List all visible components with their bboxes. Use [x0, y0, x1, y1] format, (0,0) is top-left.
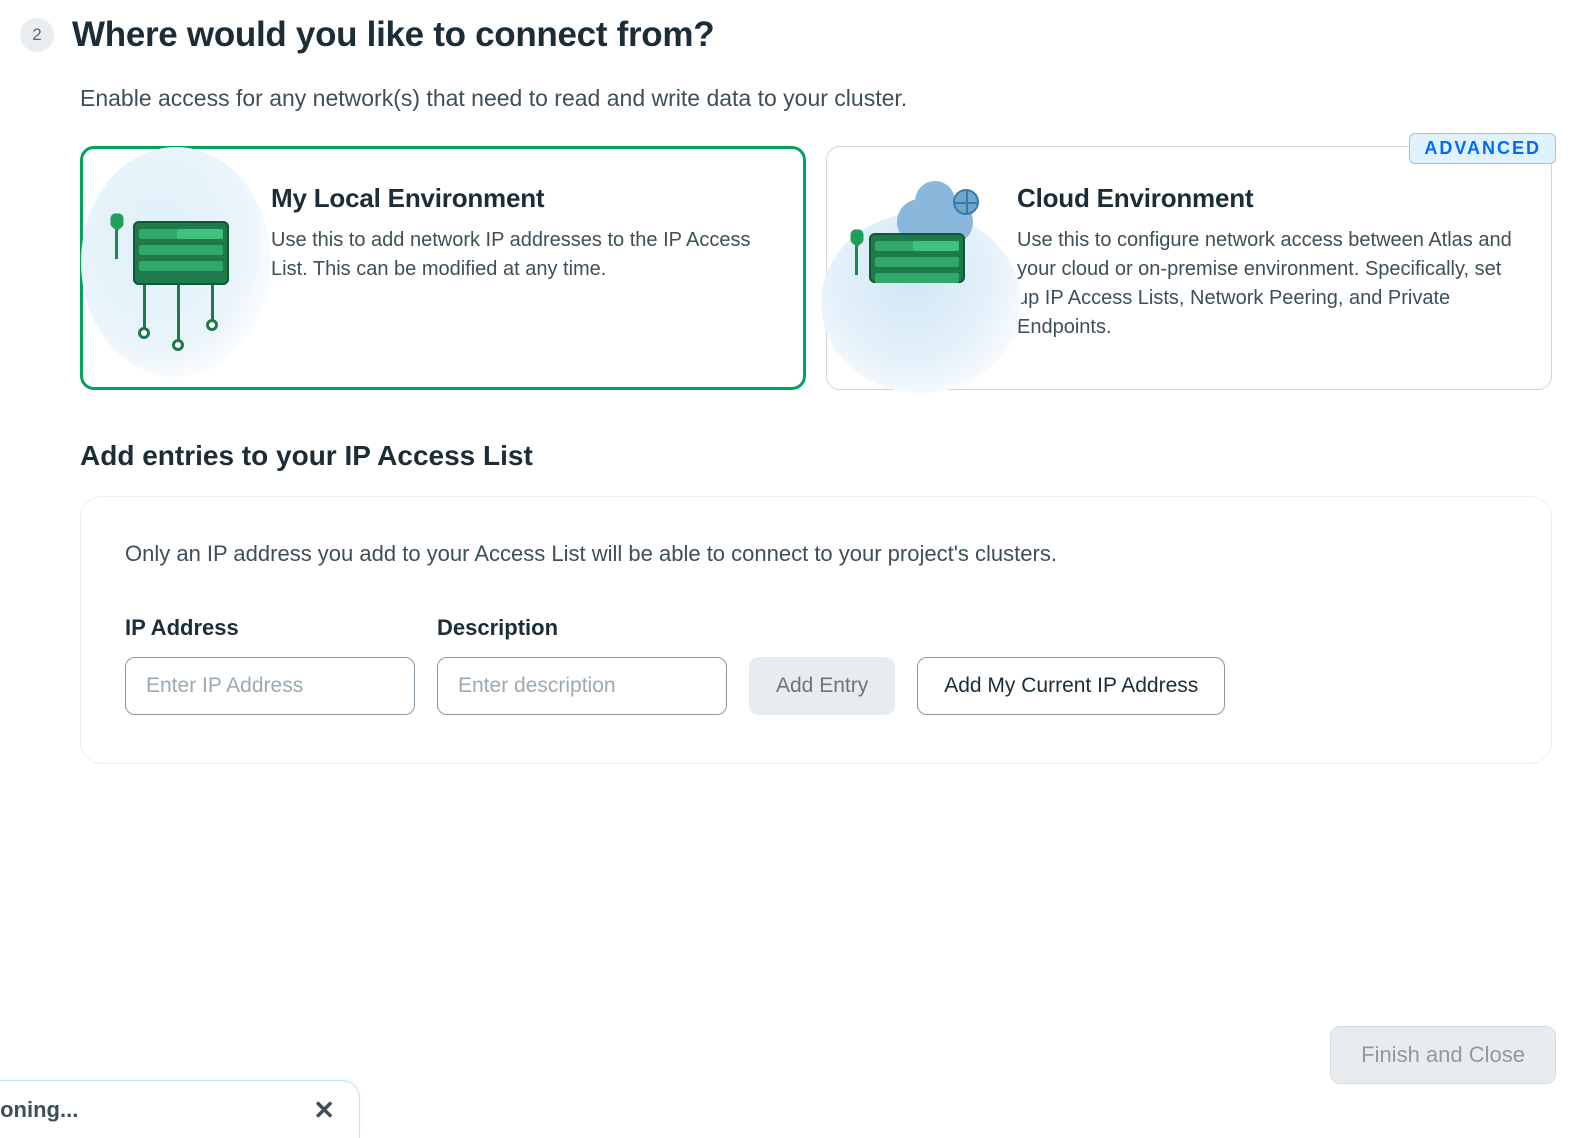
step-header: 2 Where would you like to connect from?	[20, 15, 1552, 55]
add-current-ip-button[interactable]: Add My Current IP Address	[917, 657, 1225, 715]
globe-icon	[953, 189, 979, 215]
description-label: Description	[437, 615, 727, 641]
card-local-environment[interactable]: My Local Environment Use this to add net…	[80, 146, 806, 390]
finish-and-close-button[interactable]: Finish and Close	[1330, 1026, 1556, 1084]
step-number-badge: 2	[20, 18, 54, 52]
footer: Finish and Close ioning... ✕	[0, 1028, 1582, 1138]
card-cloud-title: Cloud Environment	[1017, 183, 1523, 214]
provisioning-toast: ioning... ✕	[0, 1080, 360, 1138]
close-icon[interactable]: ✕	[313, 1097, 335, 1123]
ip-access-note: Only an IP address you add to your Acces…	[125, 541, 1507, 567]
ip-address-input[interactable]	[125, 657, 415, 715]
ip-access-list-title: Add entries to your IP Access List	[80, 440, 1552, 472]
toast-text: ioning...	[0, 1097, 78, 1123]
card-local-title: My Local Environment	[271, 183, 777, 214]
local-environment-illustration	[105, 183, 245, 353]
ip-access-panel: Only an IP address you add to your Acces…	[80, 496, 1552, 764]
card-local-desc: Use this to add network IP addresses to …	[271, 226, 777, 284]
description-input[interactable]	[437, 657, 727, 715]
advanced-badge: ADVANCED	[1409, 133, 1556, 164]
step-subtitle: Enable access for any network(s) that ne…	[80, 85, 1552, 112]
card-cloud-environment[interactable]: ADVANCED Cloud Environment Use this to c…	[826, 146, 1552, 390]
environment-cards: My Local Environment Use this to add net…	[80, 146, 1552, 390]
add-entry-button[interactable]: Add Entry	[749, 657, 895, 715]
ip-address-label: IP Address	[125, 615, 415, 641]
step-title: Where would you like to connect from?	[72, 15, 714, 55]
card-cloud-desc: Use this to configure network access bet…	[1017, 226, 1523, 342]
cloud-environment-illustration	[851, 183, 991, 353]
ip-form-row: IP Address Description Add Entry Add My …	[125, 615, 1507, 715]
